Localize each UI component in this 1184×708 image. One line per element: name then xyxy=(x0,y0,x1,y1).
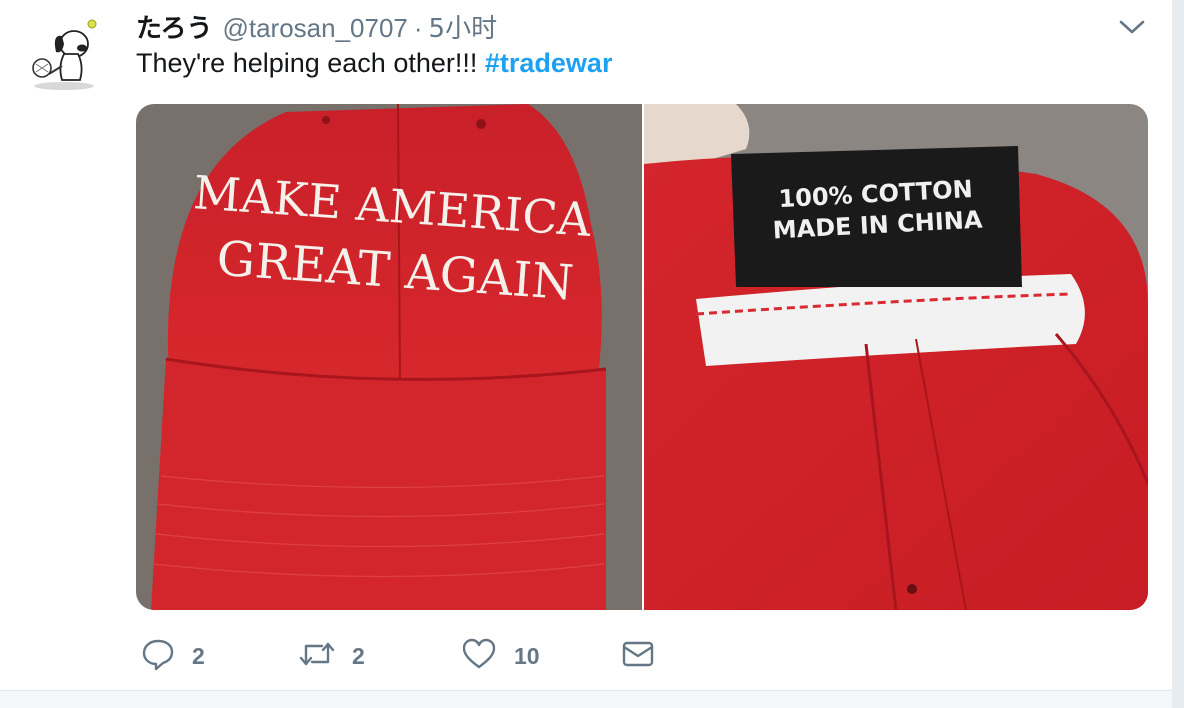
separator-dot: · xyxy=(413,13,423,43)
timestamp[interactable]: 5小时 xyxy=(429,8,498,45)
user-handle[interactable]: @tarosan_0707 xyxy=(222,13,407,44)
media-grid[interactable]: MAKE AMERICA GREAT AGAIN 100% COTTON MAD… xyxy=(136,104,1148,610)
like-button[interactable]: 10 xyxy=(460,636,540,676)
tweet[interactable]: たろう @tarosan_0707 · 5小时 They're helping … xyxy=(0,0,1172,690)
retweet-button[interactable]: 2 xyxy=(298,636,365,676)
heart-icon xyxy=(460,636,498,677)
cap-front-photo[interactable]: MAKE AMERICA GREAT AGAIN xyxy=(136,104,642,610)
tweet-text: They're helping each other!!! #tradewar xyxy=(136,48,612,79)
mail-icon xyxy=(620,636,656,677)
page-scroll-gutter xyxy=(1172,0,1184,708)
snoopy-avatar[interactable] xyxy=(22,14,102,94)
retweet-icon xyxy=(298,636,336,677)
hashtag-link[interactable]: #tradewar xyxy=(485,48,613,78)
chevron-down-icon[interactable] xyxy=(1118,14,1146,38)
like-count: 10 xyxy=(514,642,540,669)
reply-count: 2 xyxy=(192,642,205,669)
timeline-background xyxy=(0,691,1172,708)
tweet-header: たろう @tarosan_0707 · 5小时 xyxy=(136,8,498,45)
tweet-body: They're helping each other!!! xyxy=(136,48,478,78)
reply-button[interactable]: 2 xyxy=(140,636,205,676)
cap-tag-photo[interactable]: 100% COTTON MADE IN CHINA xyxy=(644,104,1148,610)
display-name[interactable]: たろう xyxy=(136,8,212,45)
direct-message-button[interactable] xyxy=(620,636,656,676)
retweet-count: 2 xyxy=(352,642,365,669)
reply-icon xyxy=(140,636,176,677)
